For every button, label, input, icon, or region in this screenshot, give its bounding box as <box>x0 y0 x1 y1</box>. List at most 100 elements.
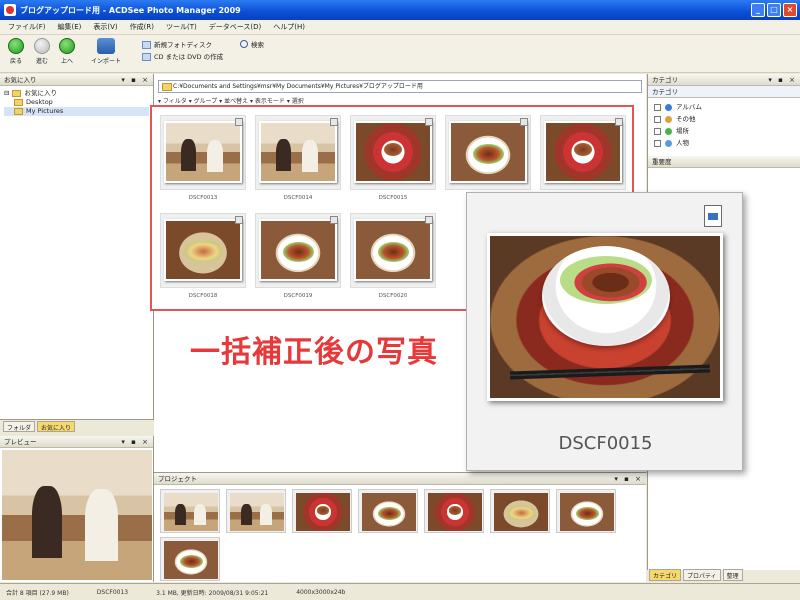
create-cd-dvd-link[interactable]: CD または DVD の作成 <box>142 51 223 63</box>
menu-bar: ファイル(F) 編集(E) 表示(V) 作成(R) ツール(T) データベース(… <box>0 20 800 35</box>
thumbnail[interactable]: DSCF0013 <box>160 115 246 201</box>
checkbox-icon[interactable] <box>654 115 661 123</box>
photo <box>259 219 337 281</box>
window-title: ブログアップロード用 - ACDSee Photo Manager 2009 <box>20 5 241 15</box>
category-item-other[interactable]: その他 <box>654 113 794 125</box>
strip-thumbnail[interactable] <box>226 489 286 533</box>
back-button[interactable]: 戻る <box>4 38 28 65</box>
strip-thumbnail[interactable] <box>160 489 220 533</box>
panel-controls[interactable]: ▾ ▪ × <box>121 74 150 86</box>
photo <box>164 541 218 579</box>
menu-edit[interactable]: 編集(E) <box>58 22 82 32</box>
checkbox-icon[interactable] <box>615 118 623 126</box>
thumbnail[interactable]: DSCF0014 <box>255 115 341 201</box>
tab-category[interactable]: カテゴリ <box>649 569 682 581</box>
status-info: 3.1 MB, 更新日時: 2009/08/31 9:05:21 <box>156 589 269 597</box>
chopsticks-shape <box>509 364 711 380</box>
strip-thumbnail[interactable] <box>358 489 418 533</box>
thumbnail[interactable]: DSCF0018 <box>160 213 246 299</box>
panel-controls[interactable]: ▾ ▪ × <box>121 436 150 448</box>
thumbnail[interactable]: DSCF0015 <box>350 115 436 201</box>
checkbox-icon[interactable] <box>235 118 243 126</box>
category-list: アルバム その他 場所 人物 <box>648 98 800 152</box>
checkbox-icon[interactable] <box>425 216 433 224</box>
thumbnail[interactable]: DSCF0019 <box>255 213 341 299</box>
thumbnail[interactable]: DSCF0020 <box>350 213 436 299</box>
checkbox-icon[interactable] <box>330 216 338 224</box>
category-subheader: カテゴリ <box>648 86 800 98</box>
tree-item-my-pictures[interactable]: My Pictures <box>4 107 149 116</box>
minimize-button[interactable]: _ <box>751 3 765 17</box>
category-item-place[interactable]: 場所 <box>654 125 794 137</box>
photo <box>296 493 350 531</box>
photo <box>428 493 482 531</box>
popup-photo <box>487 233 723 401</box>
menu-database[interactable]: データベース(D) <box>209 22 262 32</box>
tree-item-desktop[interactable]: Desktop <box>4 98 149 107</box>
forward-arrow-icon <box>34 38 50 54</box>
left-tabs: フォルダ お気に入り <box>0 419 154 432</box>
cd-icon <box>142 53 151 61</box>
strip-thumbnail[interactable] <box>160 537 220 581</box>
album-icon <box>665 103 672 111</box>
checkbox-icon[interactable] <box>654 103 661 111</box>
other-icon <box>665 115 672 123</box>
checkbox-icon[interactable] <box>235 216 243 224</box>
checkbox-icon[interactable] <box>425 118 433 126</box>
bowl-shape <box>542 246 670 346</box>
forward-button[interactable]: 進む <box>30 38 54 65</box>
photo <box>544 121 622 183</box>
menu-tools[interactable]: ツール(T) <box>166 22 197 32</box>
strip-thumbnail[interactable] <box>424 489 484 533</box>
photo <box>354 121 432 183</box>
import-button[interactable]: インポート <box>88 38 124 65</box>
checkbox-icon[interactable] <box>330 118 338 126</box>
photo <box>230 493 284 531</box>
photo <box>449 121 527 183</box>
status-total: 合計 8 項目 (27.9 MB) <box>6 589 69 597</box>
folder-icon <box>12 90 22 97</box>
strip-thumbnail[interactable] <box>556 489 616 533</box>
tab-properties[interactable]: プロパティ <box>683 569 721 581</box>
tab-organize[interactable]: 整理 <box>722 569 743 581</box>
globe-icon <box>665 127 672 135</box>
close-button[interactable]: × <box>783 3 797 17</box>
status-file: DSCF0013 <box>96 588 129 596</box>
checkbox-icon[interactable] <box>520 118 528 126</box>
search-link[interactable]: 検索 <box>240 39 264 49</box>
panel-controls[interactable]: ▾ ▪ × <box>768 74 797 86</box>
checkbox-icon[interactable] <box>654 127 661 135</box>
category-item-album[interactable]: アルバム <box>654 101 794 113</box>
project-header: プロジェクト ▾ ▪ × <box>154 473 646 485</box>
panel-controls[interactable]: ▾ ▪ × <box>614 473 643 485</box>
menu-file[interactable]: ファイル(F) <box>8 22 46 32</box>
maximize-button[interactable]: □ <box>767 3 781 17</box>
menu-create[interactable]: 作成(R) <box>130 22 154 32</box>
project-panel: プロジェクト ▾ ▪ × <box>154 472 646 582</box>
disc-icon <box>142 41 151 49</box>
toolbar: 戻る 進む 上へ インポート 新規フォトディスク CD または DVD の作成 … <box>0 35 800 73</box>
strip-thumbnail[interactable] <box>490 489 550 533</box>
app-icon <box>4 4 16 16</box>
tab-favorites[interactable]: お気に入り <box>37 421 76 432</box>
new-photo-disc-link[interactable]: 新規フォトディスク <box>142 39 223 51</box>
photo <box>354 219 432 281</box>
up-button[interactable]: 上へ <box>55 38 79 65</box>
person-icon <box>665 139 672 147</box>
thumbnail[interactable] <box>445 115 531 195</box>
tab-folders[interactable]: フォルダ <box>3 421 36 432</box>
checkbox-icon[interactable] <box>654 139 661 147</box>
import-icon <box>97 38 115 54</box>
up-arrow-icon <box>59 38 75 54</box>
category-item-people[interactable]: 人物 <box>654 137 794 149</box>
back-arrow-icon <box>8 38 24 54</box>
strip-thumbnail[interactable] <box>292 489 352 533</box>
menu-view[interactable]: 表示(V) <box>93 22 117 32</box>
thumbnail[interactable] <box>540 115 626 195</box>
tree-item-favorites[interactable]: ⊟ お気に入り <box>4 89 149 98</box>
rating-header: 重要度 <box>648 156 800 168</box>
photo <box>164 121 242 183</box>
path-bar[interactable]: C:¥Documents and Settings¥msr¥My Documen… <box>158 80 642 93</box>
folder-icon <box>14 108 23 115</box>
menu-help[interactable]: ヘルプ(H) <box>273 22 305 32</box>
